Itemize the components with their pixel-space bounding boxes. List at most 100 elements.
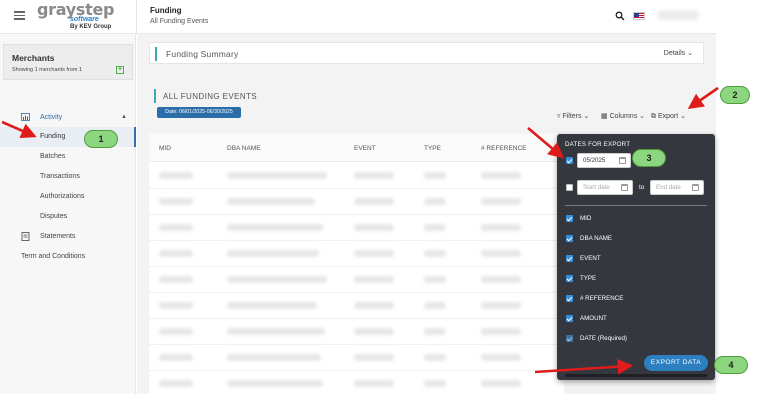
month-input[interactable]: 05/2025 <box>577 153 631 168</box>
page-subtitle: All Funding Events <box>150 18 209 25</box>
sidebar-item-transactions[interactable]: Transactions <box>0 167 136 187</box>
export-button[interactable]: ⧉ Export ⌄ <box>651 112 686 121</box>
logo-byline: By KEV Group <box>70 24 112 30</box>
end-date-input[interactable]: End date <box>650 180 704 195</box>
start-date-placeholder: Start date <box>583 184 610 191</box>
sidebar-item-batches[interactable]: Batches <box>0 147 136 167</box>
sidebar-item-label: Batches <box>40 153 66 160</box>
column-header-mid[interactable]: MID <box>159 145 171 152</box>
date-range-checkbox[interactable] <box>566 184 573 191</box>
sidebar-item-label: Activity <box>40 114 63 121</box>
merchants-title: Merchants <box>12 53 55 63</box>
merchants-count: Showing 1 merchants from 1 <box>12 67 83 73</box>
column-header-event[interactable]: EVENT <box>354 145 376 152</box>
user-menu[interactable] <box>657 10 699 20</box>
page-title: Funding <box>150 6 182 15</box>
sidebar-item-label: Disputes <box>40 213 68 220</box>
logo: graystep software By KEV Group <box>37 2 117 32</box>
filters-label: Filters <box>562 113 582 120</box>
export-column-dba-name-checkbox[interactable] <box>566 235 573 242</box>
table-header: MID DBA NAME EVENT TYPE # REFERENCE <box>149 134 564 162</box>
table-row[interactable] <box>149 267 564 293</box>
export-column-reference-checkbox[interactable] <box>566 295 573 302</box>
us-flag-icon[interactable] <box>633 12 645 20</box>
export-column-label: DBA NAME <box>580 235 612 242</box>
export-icon: ⧉ <box>651 113 656 120</box>
sidebar-item-terms[interactable]: Term and Conditions <box>0 247 136 267</box>
step-bubble-3: 3 <box>632 149 666 167</box>
export-dropdown-panel: DATES FOR EXPORT 05/2025 Start date to E… <box>557 134 715 380</box>
funding-summary-title: Funding Summary <box>166 49 239 59</box>
column-header-type[interactable]: TYPE <box>424 145 441 152</box>
details-toggle[interactable]: Details ⌄ <box>664 49 693 57</box>
details-label: Details <box>663 50 686 57</box>
sidebar: Merchants Showing 1 merchants from 1 + A… <box>0 34 136 394</box>
table-row[interactable] <box>149 189 564 215</box>
month-value: 05/2025 <box>583 157 606 164</box>
sidebar-item-authorizations[interactable]: Authorizations <box>0 187 136 207</box>
export-column-label: TYPE <box>580 275 597 282</box>
export-column-date-checkbox <box>566 335 573 342</box>
panel-scrollbar[interactable] <box>565 374 707 377</box>
table-row[interactable] <box>149 293 564 319</box>
logo-software: software <box>70 16 99 23</box>
export-column-mid-checkbox[interactable] <box>566 215 573 222</box>
sidebar-item-disputes[interactable]: Disputes <box>0 207 136 227</box>
sidebar-item-label: Authorizations <box>40 193 85 200</box>
export-column-label: # REFERENCE <box>580 295 624 302</box>
funding-events-table: MID DBA NAME EVENT TYPE # REFERENCE <box>149 134 564 394</box>
end-date-placeholder: End date <box>656 184 681 191</box>
chevron-down-icon: ⌄ <box>583 113 590 120</box>
month-checkbox[interactable] <box>566 157 573 164</box>
dates-for-export-title: DATES FOR EXPORT <box>565 141 631 148</box>
export-column-label: MID <box>580 215 592 222</box>
merchant-selector[interactable]: Merchants Showing 1 merchants from 1 + <box>3 44 133 80</box>
menu-icon[interactable] <box>14 11 25 20</box>
all-funding-events-title: ALL FUNDING EVENTS <box>163 92 258 101</box>
table-row[interactable] <box>149 371 564 394</box>
columns-label: Columns <box>609 113 638 120</box>
calendar-icon <box>619 157 626 164</box>
export-column-label: AMOUNT <box>580 315 607 322</box>
table-row[interactable] <box>149 345 564 371</box>
calendar-icon <box>692 184 699 191</box>
step-bubble-1: 1 <box>84 130 118 148</box>
chevron-down-icon: ⌄ <box>687 50 693 57</box>
export-column-event-checkbox[interactable] <box>566 255 573 262</box>
sidebar-item-activity[interactable]: Activity ▲ <box>0 108 136 128</box>
start-date-input[interactable]: Start date <box>577 180 633 195</box>
chevron-down-icon: ⌄ <box>680 113 687 120</box>
table-row[interactable] <box>149 163 564 189</box>
filters-button[interactable]: ▿ Filters ⌄ <box>557 112 589 120</box>
sidebar-item-label: Funding <box>40 133 66 140</box>
chevron-up-icon: ▲ <box>121 114 127 120</box>
sidebar-item-label: Term and Conditions <box>21 253 86 260</box>
export-column-label: DATE (Required) <box>580 335 627 342</box>
step-bubble-4: 4 <box>714 356 748 374</box>
columns-button[interactable]: ▦ Columns ⌄ <box>601 112 645 120</box>
section-accent <box>154 89 156 103</box>
date-filter-badge[interactable]: Date: 06/01/2025-06/30/2025 <box>157 107 241 118</box>
export-column-type-checkbox[interactable] <box>566 275 573 282</box>
sidebar-item-label: Statements <box>40 233 76 240</box>
columns-icon: ▦ <box>601 113 608 120</box>
table-row[interactable] <box>149 319 564 345</box>
export-column-amount-checkbox[interactable] <box>566 315 573 322</box>
step-bubble-2: 2 <box>720 86 750 104</box>
column-header-reference[interactable]: # REFERENCE <box>481 145 527 152</box>
funding-summary-panel[interactable]: Funding Summary Details ⌄ <box>149 42 704 64</box>
export-data-button[interactable]: EXPORT DATA <box>644 355 708 371</box>
export-label: Export <box>657 113 679 120</box>
table-row[interactable] <box>149 241 564 267</box>
filter-icon: ▿ <box>557 113 561 120</box>
section-accent <box>155 47 157 61</box>
column-header-dba-name[interactable]: DBA NAME <box>227 145 261 152</box>
sidebar-item-statements[interactable]: Statements <box>0 227 136 247</box>
header-divider <box>136 0 137 34</box>
add-merchant-icon[interactable]: + <box>116 66 124 74</box>
activity-icon <box>21 113 30 121</box>
search-icon[interactable] <box>615 11 625 21</box>
document-icon <box>21 232 30 241</box>
sidebar-item-label: Transactions <box>40 173 80 180</box>
table-row[interactable] <box>149 215 564 241</box>
